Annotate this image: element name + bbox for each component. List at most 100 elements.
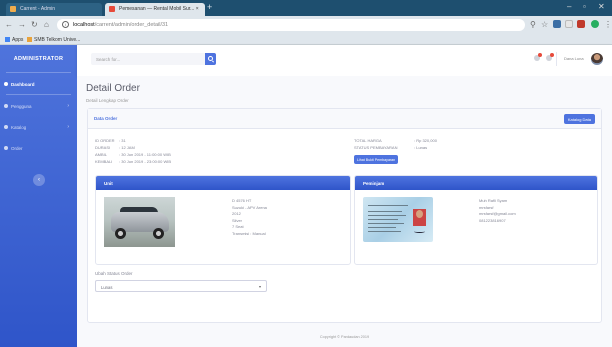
url-path: /carrent/admin/order_detail/31 <box>94 22 169 28</box>
id-signature <box>414 230 425 233</box>
borrower-card: Peminjam Muh Rafli Syam mrsfarsf mrsfars… <box>354 175 598 265</box>
notification-badge <box>538 53 542 57</box>
apps-icon <box>5 37 10 42</box>
forward-icon[interactable]: → <box>18 20 26 29</box>
view-payment-proof-button[interactable]: Lihat Bukti Pembayaran <box>354 155 399 164</box>
sidebar-item-pengguna[interactable]: Pengguna › <box>0 95 77 116</box>
back-icon[interactable]: ← <box>5 20 13 29</box>
order-card: Data Order Katalog Data ID ORDER: 31 DUR… <box>87 108 602 323</box>
maximize-icon[interactable]: ▫ <box>583 2 586 11</box>
unit-card-header: Unit <box>96 176 350 190</box>
order-duration: 12 JAM <box>121 145 135 150</box>
car-transmission: Transmisi : Manual <box>232 230 266 236</box>
card-header: Data Order Katalog Data <box>88 109 601 129</box>
catalog-data-button[interactable]: Katalog Data <box>563 114 595 124</box>
id-text-line <box>368 227 396 228</box>
user-name[interactable]: Dana Luna <box>564 56 584 61</box>
id-text-line <box>368 231 401 232</box>
close-window-icon[interactable]: ✕ <box>598 2 605 11</box>
borrower-details: Muh Rafli Syam mrsfarsf mrsfarsf@gmail.c… <box>479 198 516 224</box>
sidebar-item-katalog[interactable]: Katalog › <box>0 116 77 137</box>
id-text-line <box>368 215 406 216</box>
page-title: Detail Order <box>86 83 140 94</box>
id-face <box>416 210 423 218</box>
home-icon[interactable]: ⌂ <box>44 20 49 29</box>
bookmarks-bar: Apps SMB Telkom Unive... <box>0 34 612 45</box>
catalog-icon <box>4 125 8 129</box>
order-info-left: ID ORDER: 31 DURASI: 12 JAM AMBIL: 30 Ju… <box>95 138 172 164</box>
footer: Copyright © Pardaudan 2019 <box>319 335 370 339</box>
sidebar-item-label: Katalog <box>11 125 27 130</box>
favicon-icon <box>10 6 16 12</box>
tab-label: Pemesanan — Rental Mobil Sur... × <box>119 6 199 12</box>
bookmark-icon <box>27 37 32 42</box>
minimize-icon[interactable]: – <box>567 2 571 11</box>
car-photo <box>104 197 175 247</box>
sidebar-brand[interactable]: ADMINISTRATOR <box>0 45 77 72</box>
bookmark-smb[interactable]: SMB Telkom Unive... <box>27 37 80 43</box>
chevron-right-icon: › <box>67 124 69 130</box>
borrower-email: mrsfarsf@gmail.com <box>479 211 516 216</box>
search-input[interactable]: Search for... <box>91 53 205 65</box>
zoom-icon[interactable]: ⚲ <box>530 20 536 29</box>
star-icon[interactable]: ☆ <box>541 20 548 29</box>
avatar[interactable] <box>591 53 603 65</box>
id-text-line <box>368 223 404 224</box>
car-wheel <box>153 228 164 239</box>
id-text-line <box>368 211 402 212</box>
sidebar-item-order[interactable]: Order <box>0 137 77 158</box>
search-button[interactable] <box>205 53 216 65</box>
favicon-icon <box>109 6 115 12</box>
status-label: Ubah Status Order <box>95 271 133 276</box>
message-badge <box>550 53 554 57</box>
main-content: Detail Order Detail Lengkap Order Data O… <box>77 76 612 347</box>
sidebar-item-label: Pengguna <box>11 104 32 109</box>
sidebar-item-dashboard[interactable]: Dashboard <box>0 73 77 94</box>
bookmark-apps[interactable]: Apps <box>5 37 23 43</box>
id-text-line <box>368 205 408 206</box>
sidebar-toggle-button[interactable]: ‹ <box>33 174 45 186</box>
chevron-down-icon: ▾ <box>258 284 261 289</box>
tab-label: Carrent - Admin <box>20 6 56 12</box>
borrower-phone: 081223816907 <box>479 217 506 223</box>
id-text-line <box>368 219 398 220</box>
status-select[interactable]: Lunas ▾ <box>95 280 267 292</box>
order-info-right: TOTAL HARGA: Rp 320,000 STATUS PEMBAYARA… <box>354 138 437 150</box>
card-title: Data Order <box>94 116 118 121</box>
order-icon <box>4 146 8 150</box>
url-host: localhost <box>73 22 95 28</box>
url-field[interactable]: i localhost/carrent/admin/order_detail/3… <box>57 19 525 31</box>
unit-card: Unit D 4576 HT Suzuki - APV Arena 2012 S… <box>95 175 351 265</box>
borrower-card-header: Peminjam <box>355 176 597 190</box>
address-bar-row: ← → ↻ ⌂ i localhost/carrent/admin/order_… <box>0 16 612 34</box>
order-id: 31 <box>121 138 126 143</box>
id-card-image <box>363 197 433 242</box>
extension-icon[interactable] <box>577 20 585 28</box>
sidebar: ADMINISTRATOR Dashboard Pengguna › Katal… <box>0 45 77 347</box>
status-selected: Lunas <box>101 284 113 290</box>
extension-icon[interactable] <box>565 20 573 28</box>
topbar-divider <box>556 52 557 66</box>
chevron-right-icon: › <box>67 103 69 109</box>
page-subtitle: Detail Lengkap Order <box>86 98 129 103</box>
sidebar-item-label: Order <box>11 146 23 151</box>
pickup-time: 30 Jun 2019 - 11:00:00 WIB <box>121 152 171 157</box>
browser-tab-active[interactable]: Pemesanan — Rental Mobil Sur... × <box>105 3 205 16</box>
new-tab-icon[interactable]: + <box>207 2 212 12</box>
extension-icon[interactable] <box>553 20 561 28</box>
topbar: Search for... Dana Luna <box>77 45 612 76</box>
return-time: 30 Jun 2019 - 23:00:00 WIB <box>121 159 172 164</box>
profile-icon[interactable] <box>591 20 599 28</box>
unit-details: D 4576 HT Suzuki - APV Arena 2012 Silver… <box>232 198 267 237</box>
users-icon <box>4 104 8 108</box>
sidebar-item-label: Dashboard <box>11 82 35 87</box>
dashboard-icon <box>4 82 8 86</box>
car-wheel <box>115 228 126 239</box>
browser-tab[interactable]: Carrent - Admin <box>6 3 102 16</box>
info-icon: i <box>62 21 69 28</box>
payment-status: Lunas <box>416 145 428 150</box>
menu-icon[interactable]: ⋮ <box>604 20 612 29</box>
reload-icon[interactable]: ↻ <box>31 20 38 29</box>
browser-tabbar: Carrent - Admin Pemesanan — Rental Mobil… <box>0 0 612 16</box>
total-price: Rp 320,000 <box>416 138 437 143</box>
